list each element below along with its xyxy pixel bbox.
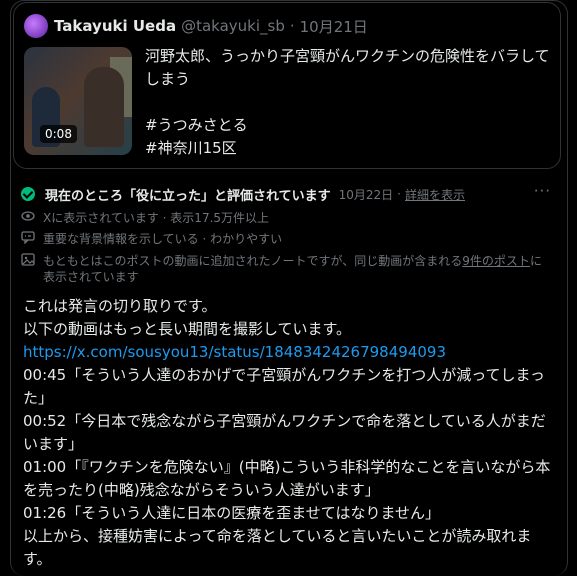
note-body-line: 以下の動画はもっと長い期間を撮影しています。	[23, 320, 352, 338]
quoted-post-header: Takayuki Ueda @takayuki_sb · 10月21日	[24, 13, 368, 39]
note-body-line: これは発言の切り取りです。	[23, 297, 217, 315]
matching-posts-link[interactable]: 9件のポスト	[462, 254, 530, 268]
community-note: 現在のところ「役に立った」と評価されています 10月22日 · 詳細を表示 ··…	[21, 182, 551, 285]
more-options-icon[interactable]: ···	[534, 182, 551, 200]
video-duration-badge: 0:08	[40, 125, 77, 143]
check-circle-icon	[21, 187, 35, 201]
note-header: 現在のところ「役に立った」と評価されています 10月22日 · 詳細を表示 ··…	[21, 182, 551, 206]
author-handle[interactable]: @takayuki_sb	[181, 17, 285, 35]
speaker-shape	[84, 67, 124, 147]
note-media-row: もともとはこのポストの動画に追加されたノートですが、同じ動画が含まれる9件のポス…	[21, 253, 551, 285]
note-quote: 00:45「そういう人達のおかげで子宮頸がんワクチンを打つ人が減ってしまった」	[23, 366, 545, 407]
visibility-text: Xに表示されています · 表示17.5万件以上	[43, 211, 270, 225]
note-quote: 01:00「『ワクチンを危険ない』(中略)こういう非科学的なことを言いながら本を…	[23, 458, 551, 499]
eye-icon	[21, 210, 35, 227]
rating-text: 重要な背景情報を示している · わかりやすい	[43, 232, 283, 246]
speech-bubble-icon	[21, 231, 35, 249]
avatar[interactable]	[24, 14, 48, 38]
note-quote: 00:52「今日本で残念ながら子宮頸がんワクチンで命を落としている人がまだいます…	[23, 412, 546, 453]
post-date[interactable]: 10月21日	[300, 16, 368, 37]
note-rating-row: 重要な背景情報を示している · わかりやすい	[21, 231, 551, 249]
quoted-post-text: 河野太郎、うっかり子宮頸がんワクチンの危険性をバラしてしまう #うつみさとる #…	[145, 47, 550, 157]
note-visibility-row: Xに表示されています · 表示17.5万件以上	[21, 210, 551, 227]
note-quote: 01:26「そういう人達に日本の医療を歪ませてはなりません」	[23, 504, 441, 522]
note-status: 現在のところ「役に立った」と評価されています	[45, 188, 331, 204]
note-date: 10月22日	[338, 187, 394, 202]
media-note-text-before: もともとはこのポストの動画に追加されたノートですが、同じ動画が含まれる	[43, 254, 463, 268]
media-note-text: もともとはこのポストの動画に追加されたノートですが、同じ動画が含まれる9件のポス…	[43, 253, 551, 285]
image-icon	[21, 253, 35, 271]
details-link[interactable]: 詳細を表示	[405, 186, 465, 203]
source-link[interactable]: https://x.com/sousyou13/status/184834242…	[23, 341, 555, 364]
quoted-post[interactable]: Takayuki Ueda @takayuki_sb · 10月21日 0:08…	[13, 2, 561, 169]
note-body: これは発言の切り取りです。 以下の動画はもっと長い期間を撮影しています。 htt…	[23, 295, 555, 571]
separator-dot: ·	[289, 17, 295, 35]
author-name[interactable]: Takayuki Ueda	[54, 17, 176, 35]
separator-dot: ·	[397, 187, 401, 201]
note-conclusion: 以上から、接種妨害によって命を落としていると言いたいことが読み取れます。	[23, 527, 532, 568]
